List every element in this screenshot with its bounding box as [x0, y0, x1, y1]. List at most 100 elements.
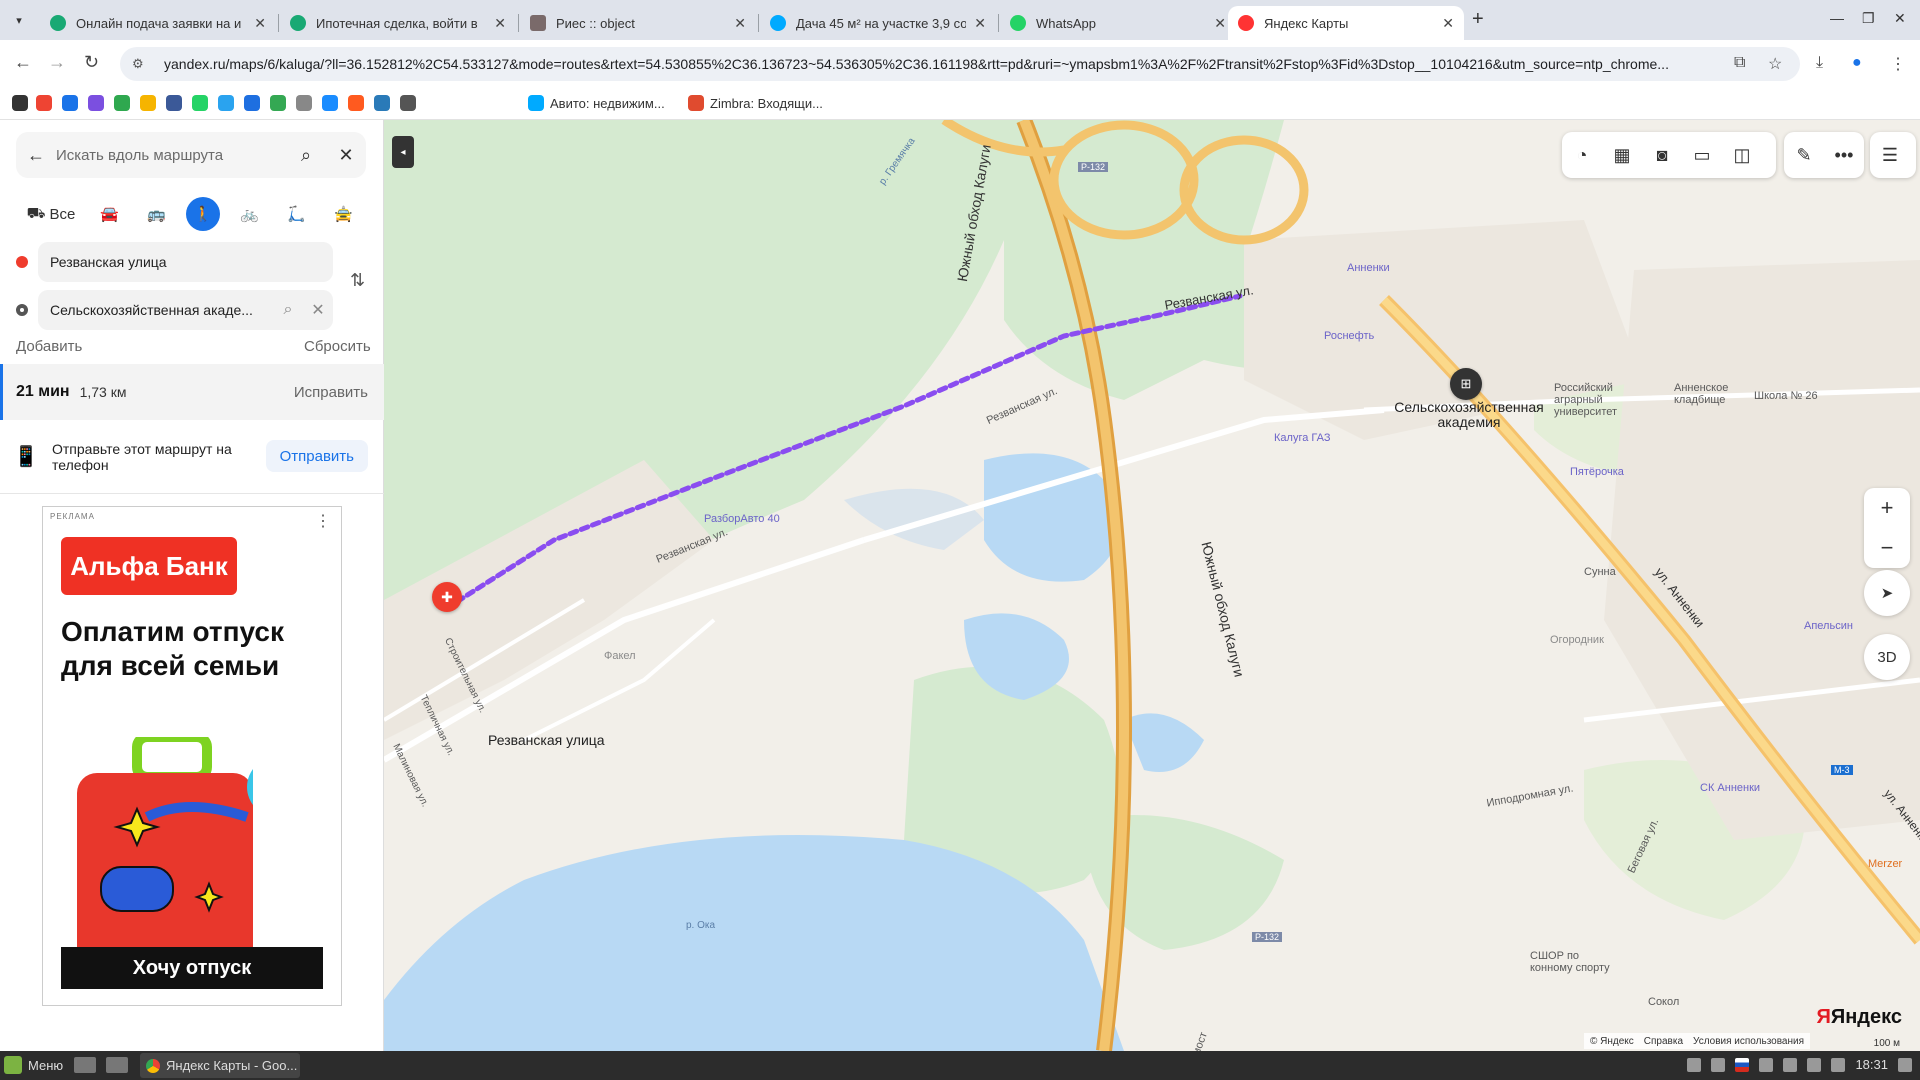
bookmark-star-icon[interactable]: ☆	[1768, 54, 1782, 74]
route-end-transit-stop-icon[interactable]: ⊞	[1450, 368, 1482, 400]
panorama-icon[interactable]: ◔	[1562, 145, 1602, 166]
help-link[interactable]: Справка	[1644, 1036, 1683, 1047]
send-button[interactable]: Отправить	[265, 440, 368, 472]
tab-close-icon[interactable]: ✕	[1442, 15, 1454, 32]
bookmark-favicon-icon[interactable]	[12, 95, 28, 111]
mode-scooter-button[interactable]: 🛴	[273, 197, 320, 231]
camera-icon[interactable]: ◙	[1642, 145, 1682, 166]
bookmark-favicon-icon[interactable]	[296, 95, 312, 111]
browser-tab[interactable]: Риес :: object ✕	[520, 6, 756, 40]
shield-icon[interactable]	[1687, 1057, 1702, 1072]
volume-icon[interactable]	[1898, 1057, 1912, 1072]
keyboard-layout-flag-icon[interactable]	[1735, 1057, 1750, 1072]
menu-icon[interactable]: ☰	[1870, 145, 1910, 166]
user-icon[interactable]	[1783, 1057, 1798, 1072]
mode-taxi-button[interactable]: 🚖	[320, 197, 367, 231]
poi-label[interactable]: Анненки	[1347, 262, 1390, 274]
maximize-icon[interactable]: ❐	[1862, 10, 1875, 27]
terms-link[interactable]: Условия использования	[1693, 1036, 1804, 1047]
fix-route-link[interactable]: Исправить	[294, 384, 368, 401]
profile-avatar-icon[interactable]: ●	[1852, 54, 1862, 72]
forward-arrow-icon[interactable]: →	[48, 52, 66, 73]
browser-menu-icon[interactable]: ⋮	[1890, 54, 1906, 74]
mode-all-button[interactable]: ⛟ Все	[16, 197, 86, 231]
more-icon[interactable]: •••	[1824, 145, 1864, 166]
site-settings-icon[interactable]: ⚙	[132, 56, 150, 72]
start-menu-button[interactable]: Меню	[4, 1056, 63, 1074]
clear-icon[interactable]: ✕	[303, 300, 333, 320]
bluetooth-icon[interactable]	[1711, 1057, 1726, 1072]
tab-search-chevron-icon[interactable]: ▾	[6, 8, 32, 32]
poi-label[interactable]: Пятёрочка	[1570, 466, 1624, 478]
bookmark-favicon-icon[interactable]	[400, 95, 416, 111]
poi-label[interactable]: РазборАвто 40	[704, 513, 780, 525]
route-start-pin-icon[interactable]: ✚	[432, 582, 462, 612]
bookmark-favicon-icon[interactable]	[62, 95, 78, 111]
bookmark-favicon-icon[interactable]	[322, 95, 338, 111]
close-icon[interactable]: ✕	[326, 145, 366, 166]
battery-icon[interactable]	[1831, 1057, 1846, 1072]
collapse-panel-button[interactable]: ◂	[392, 136, 414, 168]
mode-car-button[interactable]: 🚘	[86, 197, 133, 231]
route-search-input[interactable]: Искать вдоль маршрута	[56, 147, 286, 164]
to-field[interactable]: Сельскохозяйственная акаде... ⌕ ✕	[38, 290, 333, 330]
poi-label[interactable]: Merzer	[1868, 858, 1902, 870]
tab-close-icon[interactable]: ✕	[974, 15, 986, 32]
bookmark-favicon-icon[interactable]	[270, 95, 286, 111]
layers-icon[interactable]: ◫	[1722, 145, 1762, 166]
bookmark-favicon-icon[interactable]	[140, 95, 156, 111]
mode-bike-button[interactable]: 🚲	[226, 197, 273, 231]
poi-label[interactable]: Калуга ГАЗ	[1274, 432, 1330, 444]
poi-label[interactable]: Сокол	[1648, 996, 1679, 1008]
terminal-icon[interactable]	[74, 1057, 96, 1073]
browser-tab[interactable]: Онлайн подача заявки на и ✕	[40, 6, 276, 40]
browser-tab[interactable]: Дача 45 м² на участке 3,9 со ✕	[760, 6, 996, 40]
route-result-item[interactable]: 21 мин 1,73 км Исправить	[0, 364, 384, 420]
ad-menu-icon[interactable]: ⋮	[315, 511, 331, 531]
zoom-out-icon[interactable]: −	[1864, 528, 1910, 568]
map-canvas[interactable]: ◂ Резванская ул. Резванская ул. Резванск…	[384, 120, 1920, 1051]
zoom-in-icon[interactable]: +	[1864, 488, 1910, 528]
bookmark-favicon-icon[interactable]	[244, 95, 260, 111]
network-icon[interactable]	[1807, 1057, 1822, 1072]
tab-close-icon[interactable]: ✕	[254, 15, 266, 32]
from-field[interactable]: Резванская улица	[38, 242, 333, 282]
ruler-icon[interactable]: ✎	[1784, 145, 1824, 166]
mode-walk-button[interactable]: 🚶	[186, 197, 220, 231]
poi-label[interactable]: СШОР по конному спорту	[1530, 950, 1610, 974]
bookmark-favicon-icon[interactable]	[114, 95, 130, 111]
back-arrow-icon[interactable]: ←	[14, 52, 32, 73]
ad-cta-button[interactable]: Хочу отпуск	[61, 947, 323, 989]
new-tab-button[interactable]: +	[1472, 8, 1484, 31]
route-search-bar[interactable]: ← Искать вдоль маршрута ⌕ ✕	[16, 132, 366, 178]
browser-tab[interactable]: WhatsApp ✕	[1000, 6, 1236, 40]
download-icon[interactable]: ⤓	[1816, 54, 1823, 72]
tab-close-icon[interactable]: ✕	[494, 15, 506, 32]
bus-layer-icon[interactable]: ▭	[1682, 145, 1722, 166]
my-location-icon[interactable]: ➤	[1864, 570, 1910, 616]
tab-close-icon[interactable]: ✕	[1214, 15, 1226, 32]
poi-label[interactable]: Роснефть	[1324, 330, 1374, 342]
search-icon[interactable]: ⌕	[286, 145, 326, 166]
search-icon[interactable]: ⌕	[273, 301, 303, 319]
browser-tab-active[interactable]: Яндекс Карты ✕	[1228, 6, 1464, 40]
bookmark-item[interactable]: Zimbra: Входящи...	[688, 95, 823, 111]
poi-label[interactable]: Апельсин	[1804, 620, 1853, 632]
poi-label[interactable]: Сунна	[1584, 566, 1616, 578]
back-arrow-icon[interactable]: ←	[16, 145, 56, 166]
bookmark-favicon-icon[interactable]	[88, 95, 104, 111]
browser-tab[interactable]: Ипотечная сделка, войти в ✕	[280, 6, 516, 40]
taskbar-window-button[interactable]: Яндекс Карты - Goo...	[140, 1053, 300, 1078]
address-bar[interactable]: ⚙ yandex.ru/maps/6/kaluga/?ll=36.152812%…	[120, 47, 1800, 81]
reset-route-link[interactable]: Сбросить	[304, 338, 371, 355]
bookmark-favicon-icon[interactable]	[166, 95, 182, 111]
minimize-icon[interactable]: —	[1830, 10, 1844, 26]
swap-points-icon[interactable]: ⇅	[350, 270, 365, 291]
mode-3d-button[interactable]: 3D	[1864, 634, 1910, 680]
install-app-icon[interactable]: ⧉	[1734, 54, 1745, 72]
close-window-icon[interactable]: ✕	[1894, 10, 1906, 27]
bookmark-favicon-icon[interactable]	[374, 95, 390, 111]
poi-label[interactable]: Школа № 26	[1754, 390, 1818, 402]
reload-icon[interactable]: ↻	[84, 52, 99, 73]
clipboard-icon[interactable]	[1759, 1057, 1774, 1072]
